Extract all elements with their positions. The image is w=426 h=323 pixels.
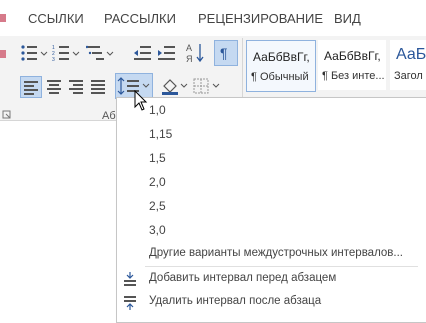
tab-mailings[interactable]: РАССЫЛКИ — [104, 11, 176, 26]
tab-references[interactable]: ССЫЛКИ — [28, 11, 84, 26]
ribbon-tabs: ССЫЛКИ РАССЫЛКИ РЕЦЕНЗИРОВАНИЕ ВИД — [0, 0, 426, 36]
style-sample: АаБбВвГг, — [253, 50, 310, 64]
justify-icon[interactable] — [88, 77, 108, 97]
svg-text:¶: ¶ — [220, 45, 228, 61]
style-name: ¶ Обычный — [251, 71, 309, 83]
remove-space-after-item[interactable]: Удалить интервал после абзаца — [149, 295, 321, 307]
multilevel-list-icon[interactable] — [86, 44, 114, 62]
svg-text:Я: Я — [186, 54, 193, 64]
tab-view[interactable]: ВИД — [334, 11, 361, 26]
style-sample: АаБбВвГг, — [324, 49, 381, 63]
align-center-icon[interactable] — [44, 77, 64, 97]
line-spacing-menu: 1,0 1,15 1,5 2,0 2,5 3,0 Другие варианты… — [116, 97, 426, 323]
style-heading[interactable]: АаБбВ Загол — [390, 40, 426, 90]
style-no-spacing[interactable]: АаБбВвГг, ¶ Без инте... — [318, 40, 386, 90]
shading-icon[interactable] — [160, 76, 188, 96]
menu-separator — [145, 266, 418, 267]
bullets-icon[interactable] — [20, 44, 48, 62]
show-formatting-button[interactable]: ¶ — [214, 40, 238, 66]
spacing-option-2-5[interactable]: 2,5 — [149, 199, 166, 213]
align-left-button[interactable] — [20, 76, 42, 98]
align-right-icon[interactable] — [66, 77, 86, 97]
more-spacing-options[interactable]: Другие варианты междустрочных интервалов… — [149, 247, 403, 259]
numbering-icon[interactable]: 123 — [52, 44, 80, 62]
tab-review[interactable]: РЕЦЕНЗИРОВАНИЕ — [198, 11, 323, 26]
add-space-before-icon — [121, 272, 139, 293]
style-sample: АаБбВ — [396, 46, 426, 63]
mouse-cursor-icon — [134, 89, 148, 117]
style-normal[interactable]: АаБбВвГг, ¶ Обычный — [246, 40, 316, 92]
group-divider — [242, 38, 243, 102]
sort-icon[interactable]: AЯ — [186, 42, 206, 64]
style-name: ¶ Без инте... — [322, 70, 385, 82]
spacing-option-1-0[interactable]: 1,0 — [149, 103, 166, 117]
add-space-before-item[interactable]: Добавить интервал перед абзацем — [149, 272, 336, 284]
style-name: Загол — [394, 70, 423, 82]
increase-indent-icon[interactable] — [156, 44, 176, 62]
spacing-option-2-0[interactable]: 2,0 — [149, 175, 166, 189]
svg-text:A: A — [186, 43, 192, 53]
tab-edge-marker — [0, 14, 6, 22]
decrease-indent-icon[interactable] — [132, 44, 152, 62]
remove-space-after-icon — [121, 294, 139, 315]
spacing-option-1-5[interactable]: 1,5 — [149, 151, 166, 165]
spacing-option-1-15[interactable]: 1,15 — [149, 127, 172, 141]
dialog-launcher-icon[interactable] — [2, 110, 12, 120]
style-edge-icon — [0, 48, 8, 60]
spacing-option-3-0[interactable]: 3,0 — [149, 223, 166, 237]
svg-text:3: 3 — [52, 57, 55, 62]
borders-icon[interactable] — [192, 76, 220, 96]
